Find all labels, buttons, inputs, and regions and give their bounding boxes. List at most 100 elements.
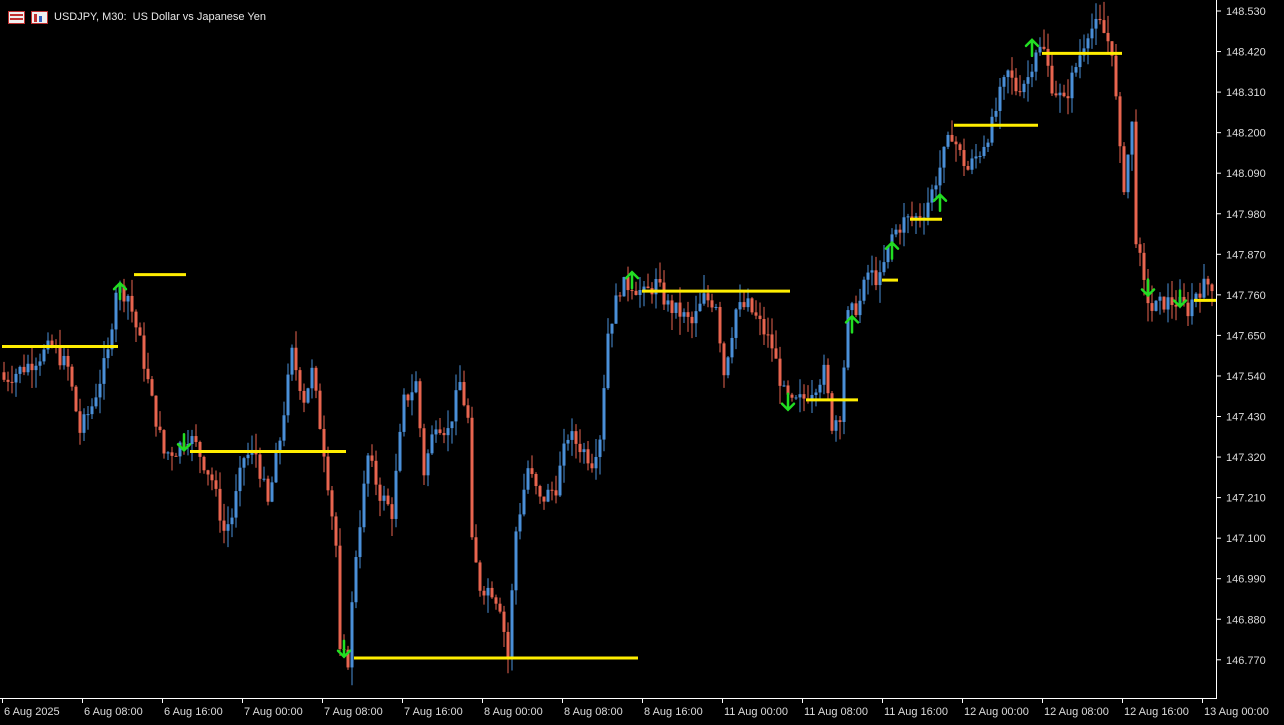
candle-body [662,282,666,305]
candle-body [790,394,794,398]
candle-body [218,488,222,521]
candle-body [710,300,714,308]
candle-body [242,458,246,468]
candle-body [234,491,238,518]
price-tick-label: 148.530 [1226,6,1266,18]
buy-arrow-icon [932,192,948,212]
candle-body [646,286,650,289]
candle-body [446,428,450,436]
candle-body [22,366,26,373]
candle-body [1134,121,1138,245]
candle-body [982,146,986,156]
price-tick-label: 147.320 [1226,452,1266,464]
candle-body [142,335,146,369]
candle-body [442,433,446,436]
candle-body [874,270,878,286]
candle-body [230,517,234,525]
time-tick-label: 13 Aug 00:00 [1204,706,1269,718]
candle-body [974,156,978,159]
candle-body [1114,55,1118,97]
candle-body [722,343,726,376]
candle-body [1066,96,1070,99]
candle-body [814,392,818,395]
candle-body [1078,55,1082,68]
candle-body [510,590,514,657]
candle-body [794,397,798,399]
candle-body [2,372,6,380]
candle-body [750,298,754,313]
candle-body [286,374,290,416]
price-tick-label: 147.650 [1226,330,1266,342]
candle-body [566,439,570,444]
candle-body [1202,278,1206,298]
candle-body [418,381,422,429]
candle-body [222,520,226,531]
candle-body [870,270,874,273]
candle-body [466,405,470,418]
candle-body [498,603,502,612]
candle-body [866,272,870,280]
candle-body [822,364,826,385]
candle-body [478,562,482,591]
candle-body [1190,299,1194,317]
candle-body [850,303,854,311]
candle-body [518,514,522,532]
candle-body [130,295,134,312]
candle-body [258,454,262,479]
candle-body [770,334,774,349]
candle-body [266,478,270,502]
candle-body [1010,70,1014,78]
candle-body [422,428,426,476]
candle-body [198,441,202,457]
candlestick-chart[interactable]: 148.530 148.420 148.310 148.200 148.090 147.9… [0,0,1284,725]
candle-body [978,155,982,157]
candle-body [434,429,438,435]
candle-body [318,390,322,429]
candle-body [326,456,330,491]
candle-body [30,363,34,371]
candle-body [934,185,938,190]
candle-body [170,452,174,456]
candle-body [718,306,722,344]
candle-body [782,385,786,387]
candle-body [102,358,106,384]
candle-body [818,384,822,393]
candle-body [1038,46,1042,53]
candle-body [1034,52,1038,72]
candle-body [798,394,802,398]
candle-body [578,443,582,453]
candle-body [1194,293,1198,300]
candle-body [674,302,678,313]
candle-body [862,279,866,301]
candle-body [1198,293,1202,298]
candle-body [14,373,18,383]
candle-body [78,411,82,433]
price-tick-label: 147.100 [1226,533,1266,545]
candle-body [18,366,22,374]
candle-body [1094,18,1098,29]
price-tick-label: 147.430 [1226,412,1266,424]
candle-body [1162,296,1166,310]
candle-body [426,453,430,476]
candle-body [406,394,410,401]
candle-body [1186,302,1190,317]
candle-body [958,144,962,151]
price-tick-label: 147.540 [1226,371,1266,383]
time-tick-label: 6 Aug 08:00 [84,706,143,718]
candle-body [926,202,930,218]
candle-body [638,289,642,295]
candle-body [330,490,334,517]
candle-body [386,495,390,505]
candle-body [506,631,510,657]
time-tick-label: 6 Aug 16:00 [164,706,223,718]
candle-body [562,443,566,466]
candle-body [1014,77,1018,92]
candle-body [1006,70,1010,78]
candle-body [554,490,558,496]
candle-body [190,436,194,444]
candle-body [678,302,682,317]
candle-body [994,110,998,117]
candle-body [1026,77,1030,84]
candle-body [902,217,906,233]
candle-body [854,303,858,316]
